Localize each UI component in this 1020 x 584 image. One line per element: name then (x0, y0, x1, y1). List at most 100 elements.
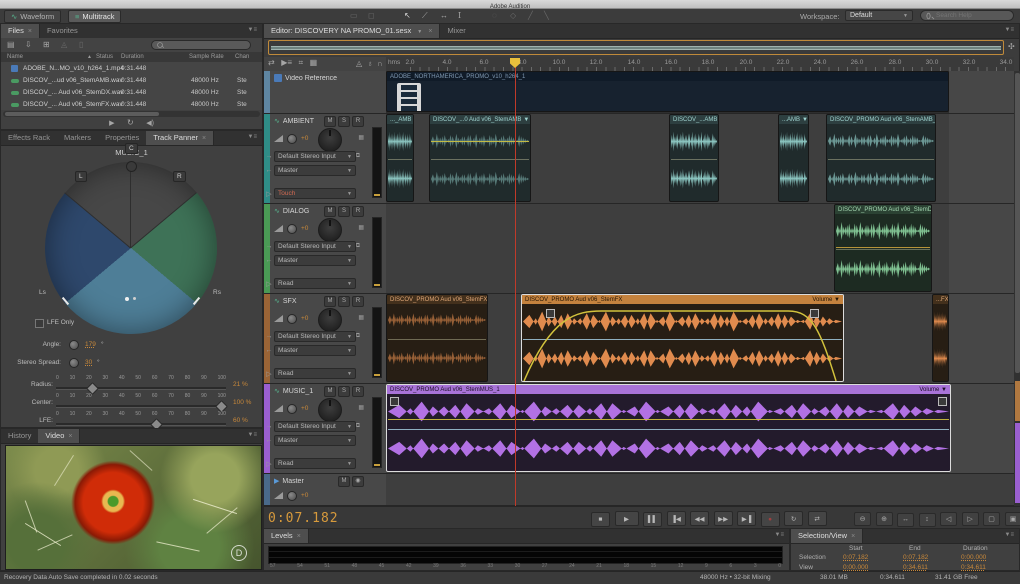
input-select[interactable]: Default Stereo Input▼ (274, 151, 356, 162)
stop-button[interactable]: ■ (591, 512, 610, 527)
close-icon[interactable]: × (297, 533, 301, 540)
fade-out-handle[interactable] (810, 309, 819, 318)
clip-music-selected[interactable]: DISCOV_PROMO Aud v06_StemMUS_1 Volume ▼ (386, 384, 951, 472)
mute-button[interactable]: M (324, 206, 336, 217)
playhead-line[interactable] (515, 59, 516, 506)
output-select[interactable]: Master▼ (274, 165, 356, 176)
input-select[interactable]: Default Stereo Input▼ (274, 421, 356, 432)
files-search-box[interactable] (151, 40, 251, 50)
track-lane-dialog[interactable]: DISCOV_PROMO Aud v06_StemDX▼ (386, 204, 1014, 294)
view-end[interactable]: 0:34.611 (903, 564, 928, 571)
track-name[interactable]: Video Reference (285, 75, 337, 82)
zoom-out-point-button[interactable]: ▷ (962, 512, 979, 526)
timeline-options-icon[interactable]: ▶≡ (281, 58, 292, 67)
tab-properties[interactable]: Properties (98, 131, 146, 145)
panel-menu-icon[interactable]: ▼≡ (248, 24, 262, 38)
close-icon[interactable]: × (28, 28, 32, 35)
stereo-spread-value[interactable]: 30 (85, 359, 92, 366)
file-row[interactable]: ADOBE_N...MO_v10_h264_1.mp4 0:31.448 (1, 63, 262, 74)
col-chan[interactable]: Chan (235, 54, 249, 60)
loop-playback-button[interactable]: ↻ (784, 511, 803, 526)
fade-in-handle[interactable] (390, 397, 399, 406)
close-icon[interactable]: × (851, 533, 855, 540)
close-icon[interactable]: × (202, 135, 206, 142)
track-name[interactable]: MUSIC_1 (283, 388, 313, 395)
grid-icon[interactable]: ⌗ (299, 58, 304, 68)
clip-envelope-badge[interactable]: Volume ▼ (919, 387, 947, 393)
volume-knob[interactable] (287, 491, 297, 501)
move-tool-icon[interactable]: ↖ (404, 11, 411, 20)
mute-button[interactable]: M (324, 116, 336, 127)
center-value[interactable]: 100 % (233, 399, 251, 406)
timeline-ruler[interactable]: hms 2.0 4.0 6.0 8.0 10.0 12.0 14.0 16.0 … (386, 57, 1014, 72)
volume-knob[interactable] (287, 134, 297, 144)
navigator-settings-icon[interactable]: ✣ (1008, 42, 1015, 51)
patch-icon[interactable]: ⧉ (356, 423, 360, 430)
preview-loop-button[interactable]: ↻ (127, 118, 134, 127)
clip-menu-icon[interactable]: ▼ (802, 117, 808, 123)
volume-knob[interactable] (287, 404, 297, 414)
headphones-icon[interactable]: ∩ (377, 59, 383, 68)
pan-puck2[interactable] (133, 297, 136, 300)
input-select[interactable]: Default Stereo Input▼ (274, 241, 356, 252)
zoom-in-button[interactable]: ⊕ (876, 512, 893, 526)
view-duration[interactable]: 0:34.611 (961, 564, 986, 571)
tab-markers[interactable]: Markers (57, 131, 98, 145)
automation-mode-select[interactable]: Read▼ (274, 278, 356, 289)
solo-monitor-icon[interactable]: ♁ (367, 59, 373, 68)
clip-dialog-1[interactable]: DISCOV_PROMO Aud v06_StemDX▼ (834, 204, 932, 292)
col-rate[interactable]: Sample Rate (189, 54, 224, 60)
track-lane-ambient[interactable]: ..._AMB DISCOV_...0 Aud v06_StemAMB▼ DIS… (386, 114, 1014, 204)
radius-slider[interactable] (56, 387, 226, 390)
tab-video[interactable]: Video× (38, 429, 80, 443)
volume-value[interactable]: +0 (301, 225, 308, 232)
track-name[interactable]: SFX (283, 298, 297, 305)
track-name[interactable]: DIALOG (283, 208, 309, 215)
rewind-button[interactable]: ◀◀ (690, 511, 709, 526)
lfe-slider[interactable] (56, 423, 226, 426)
radius-value[interactable]: 21 % (233, 381, 248, 388)
workspace-select[interactable]: Default ▼ (845, 10, 913, 21)
clip-video[interactable]: ADOBE_NORTHAMERICA_PROMO_v10_h264_1 (386, 71, 949, 112)
keyframe-icon[interactable]: ▦ (358, 404, 364, 411)
track-color-strip[interactable] (264, 71, 270, 113)
col-name[interactable]: Name (7, 54, 23, 60)
metronome-icon[interactable]: ◬ (356, 59, 362, 68)
panel-menu-icon[interactable]: ▼≡ (1005, 529, 1019, 543)
tab-files[interactable]: Files× (1, 24, 40, 38)
zoom-selection-button[interactable]: ▢ (983, 512, 1000, 526)
razor-tool-icon[interactable]: ⟋ (422, 11, 428, 21)
volume-value[interactable]: +0 (301, 405, 308, 412)
zoom-in-point-button[interactable]: ◁ (940, 512, 957, 526)
center-slider[interactable] (56, 405, 226, 408)
automation-mode-select[interactable]: Read▼ (274, 458, 356, 469)
keyframe-icon[interactable]: ▦ (358, 314, 364, 321)
volume-knob[interactable] (287, 224, 297, 234)
output-select[interactable]: Master▼ (274, 435, 356, 446)
editor-vscrollbar[interactable] (1014, 71, 1020, 506)
preview-play-button[interactable]: ▶ (109, 119, 114, 127)
file-row[interactable]: DISCOV_...ud v06_StemAMB.wav 0:31.448 48… (1, 75, 262, 86)
open-file-icon[interactable]: ▤ (7, 40, 15, 49)
volume-value[interactable]: +0 (301, 315, 308, 322)
tab-effects-rack[interactable]: Effects Rack (1, 131, 57, 145)
slip-tool-icon[interactable]: ↔ (440, 11, 448, 20)
clip-sfx-1[interactable]: DISCOV_PROMO Aud v06_StemFX▼ (386, 294, 488, 382)
pan-puck[interactable] (125, 297, 129, 301)
tab-track-panner[interactable]: Track Panner× (146, 131, 214, 145)
arm-record-button[interactable]: R (352, 386, 364, 397)
volume-envelope[interactable] (522, 304, 843, 382)
monitor-icon[interactable]: ◉ (352, 476, 364, 487)
fade-in-handle[interactable] (546, 309, 555, 318)
automation-mode-select[interactable]: Read▼ (274, 368, 356, 379)
mute-button[interactable]: M (324, 296, 336, 307)
volume-value[interactable]: +0 (301, 135, 308, 142)
record-button[interactable]: ● (761, 512, 780, 527)
solo-button[interactable]: S (338, 386, 350, 397)
clip-ambient-4[interactable]: ...AMB▼ (778, 114, 809, 202)
clip-ambient-3[interactable]: DISCOV_...AMB▼ (669, 114, 719, 202)
selection-duration[interactable]: 0:00.000 (961, 554, 986, 561)
file-row[interactable]: DISCOV_... Aud v06_StemFX.wav 0:31.448 4… (1, 99, 262, 110)
close-icon[interactable]: × (68, 433, 72, 440)
panel-menu-icon[interactable]: ▼≡ (775, 529, 789, 543)
